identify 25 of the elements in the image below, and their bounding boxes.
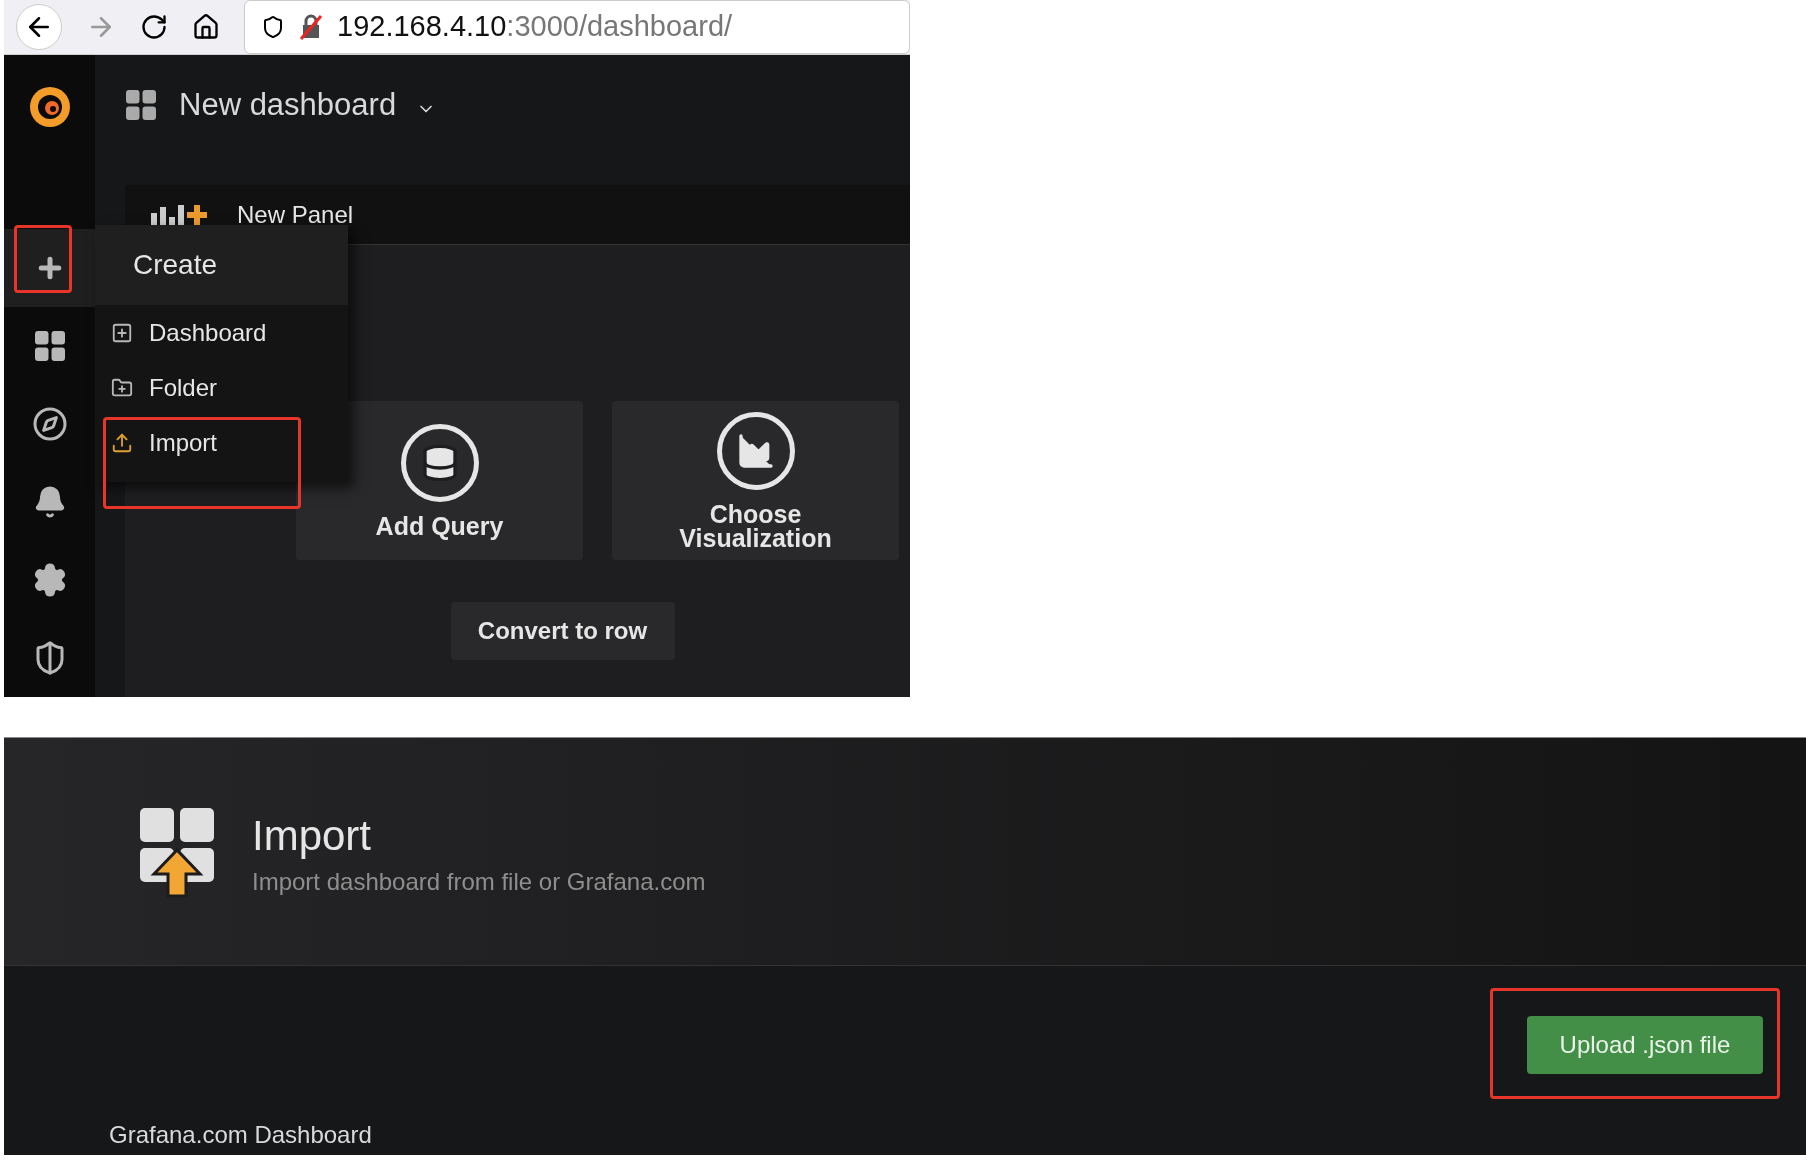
menu-item[interactable]: Dashboard	[95, 305, 348, 360]
page-subtitle: Import dashboard from file or Grafana.com	[252, 866, 706, 897]
address-bar[interactable]: 192.168.4.10:3000/dashboard/	[244, 0, 910, 54]
insecure-lock-icon	[297, 13, 325, 41]
shield-icon	[261, 15, 285, 39]
upload-icon	[111, 431, 133, 454]
database-icon	[400, 423, 479, 502]
home-icon[interactable]	[192, 13, 220, 41]
upload-button[interactable]: Upload .json file	[1527, 1016, 1763, 1074]
section-label: Grafana.com Dashboard	[109, 1120, 373, 1150]
import-upload-icon	[138, 805, 216, 898]
menu-title: Create	[95, 225, 348, 305]
grid-icon	[123, 87, 159, 123]
dashboard-plus-icon	[111, 321, 133, 344]
convert-to-row-button[interactable]: Convert to row	[450, 602, 675, 660]
area-chart-icon	[716, 411, 795, 490]
folder-plus-icon	[111, 376, 133, 399]
reload-icon[interactable]	[140, 13, 168, 41]
panel-action-card[interactable]: Add Query	[296, 401, 583, 560]
url-text: 192.168.4.10:3000/dashboard/	[337, 9, 733, 45]
back-button[interactable]	[16, 4, 62, 50]
panel-action-card[interactable]: Choose Visualization	[612, 401, 899, 560]
dashboard-title[interactable]: New dashboard	[179, 81, 397, 129]
page-title: Import	[252, 811, 373, 860]
compass-icon	[31, 406, 68, 442]
